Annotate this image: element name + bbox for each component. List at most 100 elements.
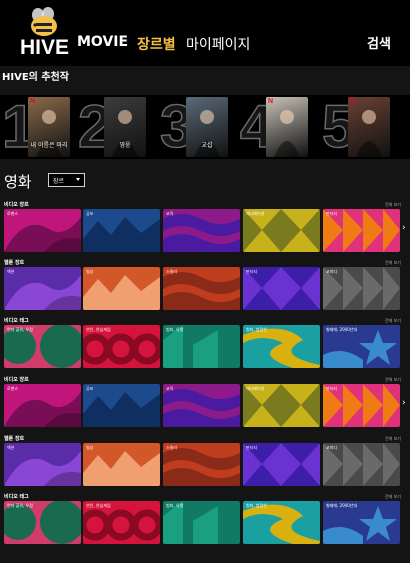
poster-title: 영웅 [119, 142, 131, 149]
category-tile[interactable]: 판타지 [323, 384, 400, 427]
recommend-item[interactable]: 1N내 이름은 마리 [1, 95, 82, 159]
recommend-item[interactable]: 5N [321, 95, 402, 159]
tile-label: 스릴러 [166, 445, 178, 450]
category-tile[interactable]: 로맨스 [4, 209, 81, 252]
category-tile[interactable]: 액션 [4, 443, 81, 486]
category-tile[interactable]: 코미디 [323, 267, 400, 310]
tile-pattern-icon [163, 389, 240, 427]
page-title: 영화 [4, 173, 32, 191]
row-title: 웹툰 장르 [4, 260, 25, 266]
tile-label: 스릴러 [166, 269, 178, 274]
category-tile[interactable]: 범죄, 범람한 [243, 501, 320, 544]
see-all-link[interactable]: 전체 보기 [385, 436, 401, 442]
hive-logo[interactable]: HIVE [20, 6, 70, 59]
category-tile[interactable]: 코믹 [163, 209, 240, 252]
category-tile[interactable]: 연인, 연습게임 [83, 325, 160, 368]
top-navigation-bar: HIVE MOVIE 장르별 마이페이지 검색 [0, 0, 410, 66]
tile-pattern-icon [4, 275, 81, 310]
category-tile[interactable]: 코미디 [323, 443, 400, 486]
recommend-item[interactable]: 3 교섭 [159, 95, 240, 159]
category-tile[interactable]: 먼저 꿈꿔, 우정 [4, 501, 81, 544]
tile-label: 로맨스 [7, 211, 19, 216]
category-tile[interactable]: 먼저 꿈꿔, 우정 [4, 325, 81, 368]
category-tile[interactable]: 연인, 연습게임 [83, 501, 160, 544]
category-tile[interactable]: 형제애, 2000년대 [323, 501, 400, 544]
chevron-down-icon [76, 178, 80, 181]
category-tile[interactable]: 일상 [83, 267, 160, 310]
nav-search[interactable]: 검색 [367, 33, 391, 52]
tile-pattern-icon [83, 451, 160, 486]
category-tile[interactable]: 범죄, 유명 [163, 501, 240, 544]
poster-title: 내 이름은 마리 [30, 142, 68, 149]
movie-poster[interactable]: 영웅 [104, 97, 146, 157]
tile-label: 먼저 꿈꿔, 우정 [7, 327, 33, 332]
tile-pattern-icon [163, 214, 240, 252]
tile-label: 공포 [86, 386, 94, 391]
category-tile[interactable]: 애니메이션 [243, 209, 320, 252]
category-tile[interactable]: 애니메이션 [243, 384, 320, 427]
tile-label: 액션 [7, 445, 15, 450]
tile-pattern-icon [4, 451, 81, 486]
tile-label: 먼저 꿈꿔, 우정 [7, 503, 33, 508]
row-title: 비디오 태그 [4, 318, 29, 324]
row-title: 웹툰 장르 [4, 436, 25, 442]
nav-genre[interactable]: 장르별 [137, 34, 176, 54]
category-tile[interactable]: 일상 [83, 443, 160, 486]
recommend-item[interactable]: 4N [239, 95, 320, 159]
category-tile[interactable]: 범죄, 범람한 [243, 325, 320, 368]
nav-mypage[interactable]: 마이페이지 [186, 34, 250, 54]
tile-label: 애니메이션 [246, 211, 265, 216]
category-tile[interactable]: 판타지 [243, 443, 320, 486]
tile-label: 코미디 [326, 445, 338, 450]
tile-label: 판타지 [246, 445, 258, 450]
row-title: 비디오 장르 [4, 377, 29, 383]
row-title: 비디오 태그 [4, 494, 29, 500]
recommend-item[interactable]: 2 영웅 [77, 95, 158, 159]
tile-label: 범죄, 범람한 [246, 327, 267, 332]
movie-poster[interactable]: N내 이름은 마리 [28, 97, 70, 157]
tile-label: 코미디 [326, 269, 338, 274]
category-tile[interactable]: 로맨스 [4, 384, 81, 427]
tile-label: 판타지 [326, 386, 338, 391]
tile-pattern-icon [83, 392, 160, 427]
category-tile[interactable]: 판타지 [323, 209, 400, 252]
tile-label: 형제애, 2000년대 [326, 327, 358, 332]
nav-movie[interactable]: MOVIE [77, 34, 128, 50]
category-tile[interactable]: 범죄, 유명 [163, 325, 240, 368]
category-tile[interactable]: 액션 [4, 267, 81, 310]
see-all-link[interactable]: 전체 보기 [385, 260, 401, 266]
tile-label: 형제애, 2000년대 [326, 503, 358, 508]
poster-title: 교섭 [201, 142, 213, 149]
chevron-right-icon[interactable]: › [402, 223, 406, 233]
tile-label: 일상 [86, 445, 94, 450]
recommend-carousel: 1N내 이름은 마리 2 영웅 3 교섭 4 N 5 N [0, 95, 410, 159]
tile-label: 범죄, 범람한 [246, 503, 267, 508]
category-tile[interactable]: 스릴러 [163, 443, 240, 486]
genre-select-value: 장르 [53, 178, 65, 185]
category-tile[interactable]: 공포 [83, 384, 160, 427]
recommend-section-title: HIVE의 추천작 [2, 72, 69, 83]
movie-poster[interactable]: N [348, 97, 390, 157]
category-tile[interactable]: 스릴러 [163, 267, 240, 310]
category-tile[interactable]: 코믹 [163, 384, 240, 427]
tile-pattern-icon [83, 217, 160, 252]
tile-label: 로맨스 [7, 386, 19, 391]
category-tile[interactable]: 형제애, 2000년대 [323, 325, 400, 368]
row-title: 비디오 장르 [4, 202, 29, 208]
see-all-link[interactable]: 전체 보기 [385, 202, 401, 208]
tile-label: 범죄, 유명 [166, 503, 184, 508]
genre-select[interactable]: 장르 [48, 173, 85, 187]
see-all-link[interactable]: 전체 보기 [385, 318, 401, 324]
tile-label: 공포 [86, 211, 94, 216]
see-all-link[interactable]: 전체 보기 [385, 377, 401, 383]
movie-poster[interactable]: N [266, 97, 308, 157]
tile-label: 연인, 연습게임 [86, 503, 111, 508]
category-tile[interactable]: 판타지 [243, 267, 320, 310]
poster-figure-icon [356, 110, 382, 157]
category-tile[interactable]: 공포 [83, 209, 160, 252]
movie-poster[interactable]: 교섭 [186, 97, 228, 157]
tile-pattern-icon [83, 275, 160, 310]
tile-label: 액션 [7, 269, 15, 274]
see-all-link[interactable]: 전체 보기 [385, 494, 401, 500]
chevron-right-icon[interactable]: › [402, 398, 406, 408]
